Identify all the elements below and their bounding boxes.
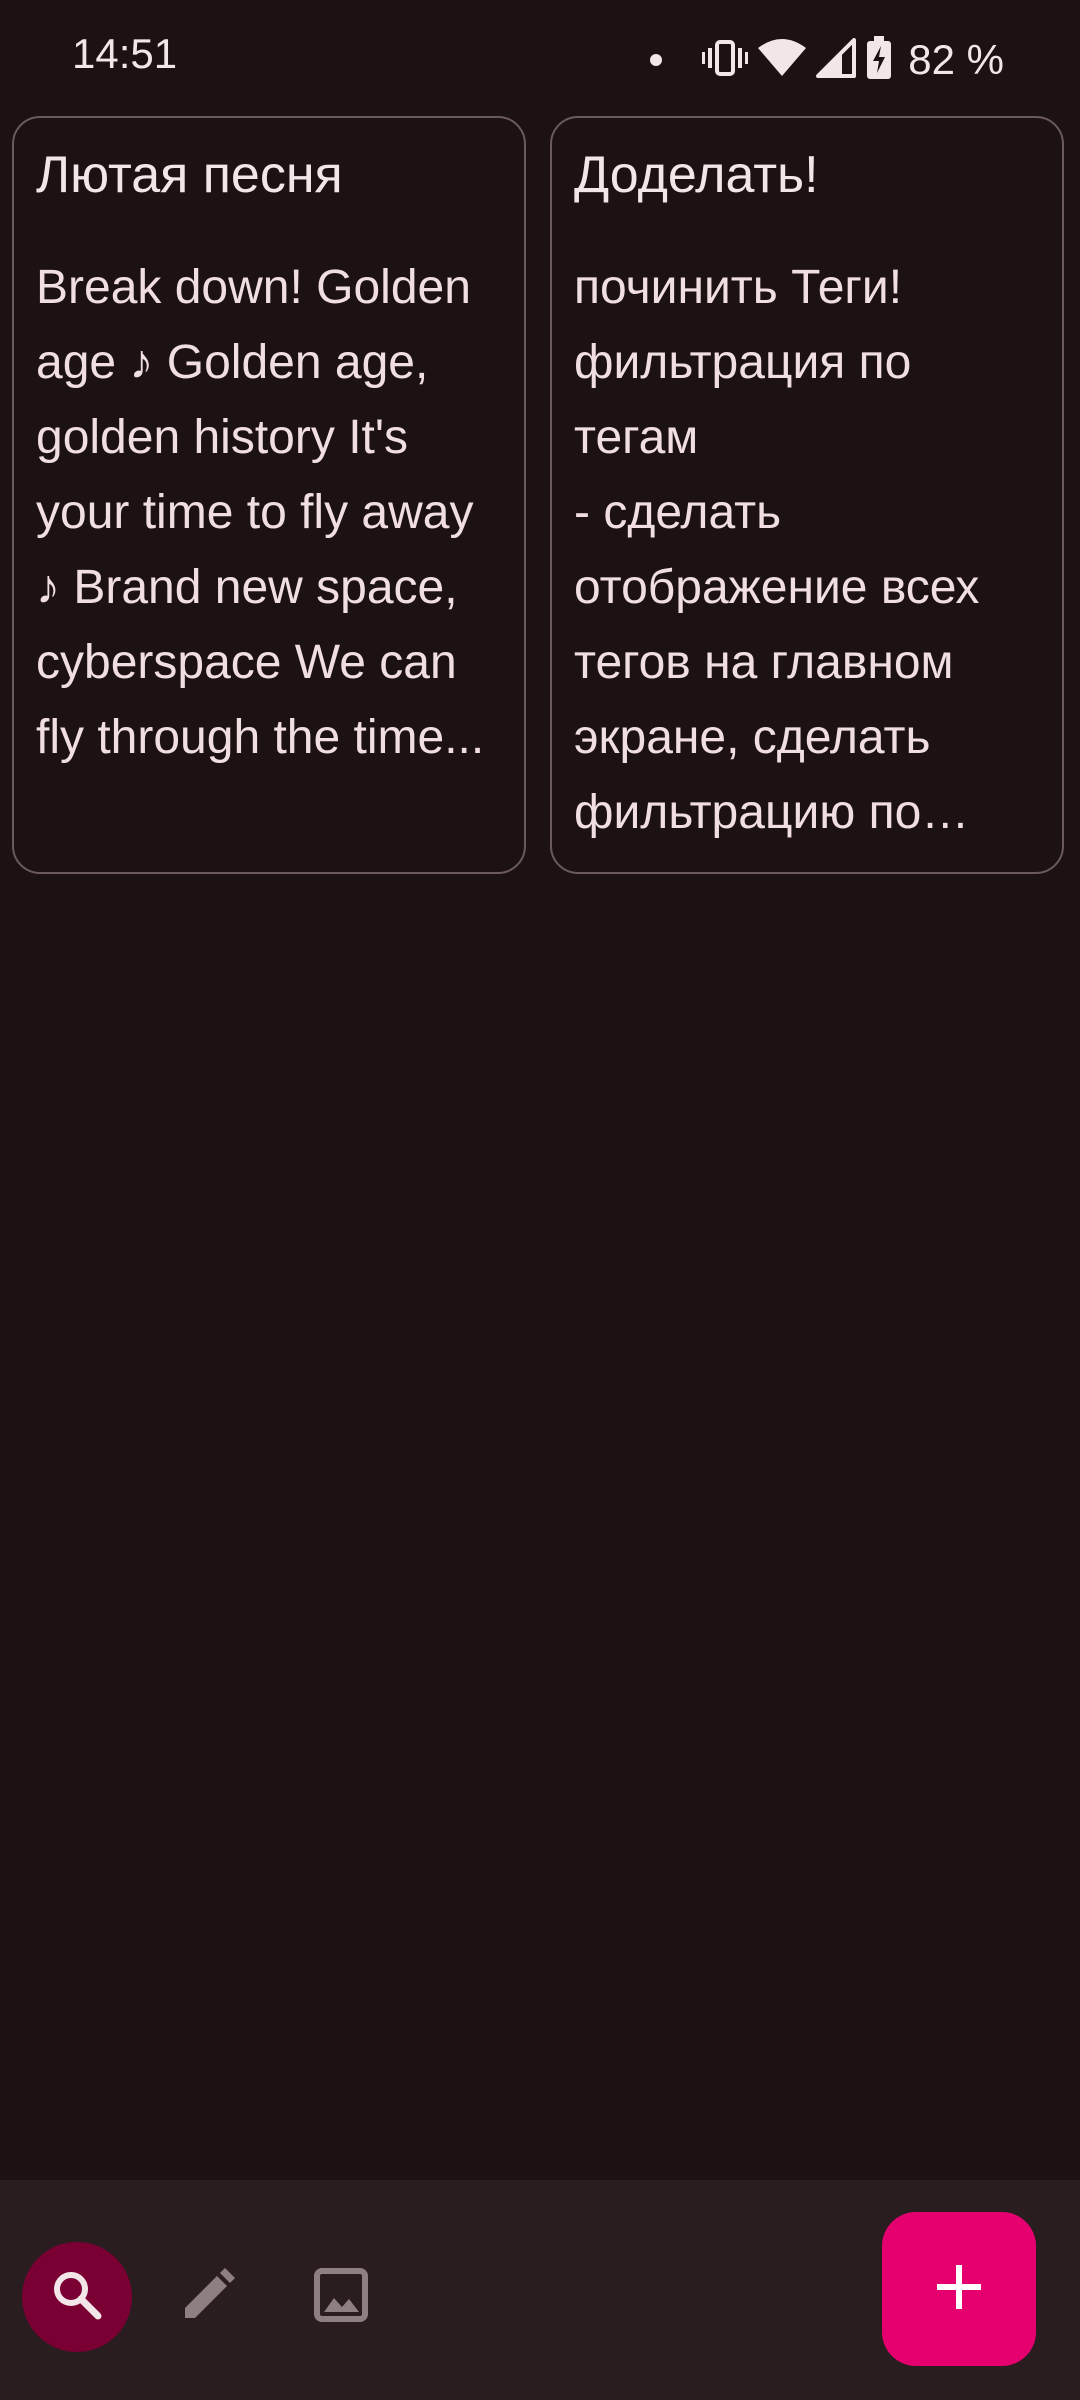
cell-signal-icon xyxy=(816,37,857,83)
note-card[interactable]: Доделать! починить Теги! фильтрация по т… xyxy=(550,116,1064,874)
wifi-icon xyxy=(758,38,807,83)
battery-charging-icon xyxy=(866,35,892,85)
status-bar: 14:51 82 % xyxy=(0,0,1080,116)
image-icon xyxy=(314,2267,368,2327)
note-body: Break down! Golden age ♪ Golden age, gol… xyxy=(36,261,485,764)
bottom-app-bar xyxy=(0,2180,1080,2400)
battery-percentage: 82 % xyxy=(908,36,1004,83)
plus-icon xyxy=(935,2263,983,2316)
note-body: починить Теги! фильтрация по тегам - сде… xyxy=(574,261,980,839)
draw-note-button[interactable] xyxy=(153,2242,263,2352)
notes-grid: Лютая песня Break down! Golden age ♪ Gol… xyxy=(12,116,1068,874)
pencil-icon xyxy=(181,2267,235,2327)
vibrate-icon xyxy=(702,38,749,83)
note-title: Лютая песня xyxy=(36,146,343,204)
note-card[interactable]: Лютая песня Break down! Golden age ♪ Gol… xyxy=(12,116,526,874)
status-icons: 82 % xyxy=(650,30,1004,90)
add-note-button[interactable] xyxy=(882,2212,1036,2366)
search-icon xyxy=(50,2268,104,2327)
status-time: 14:51 xyxy=(72,30,178,77)
notification-dot-icon xyxy=(650,54,663,66)
image-note-button[interactable] xyxy=(286,2242,396,2352)
search-button[interactable] xyxy=(22,2242,132,2352)
note-title: Доделать! xyxy=(574,146,819,204)
